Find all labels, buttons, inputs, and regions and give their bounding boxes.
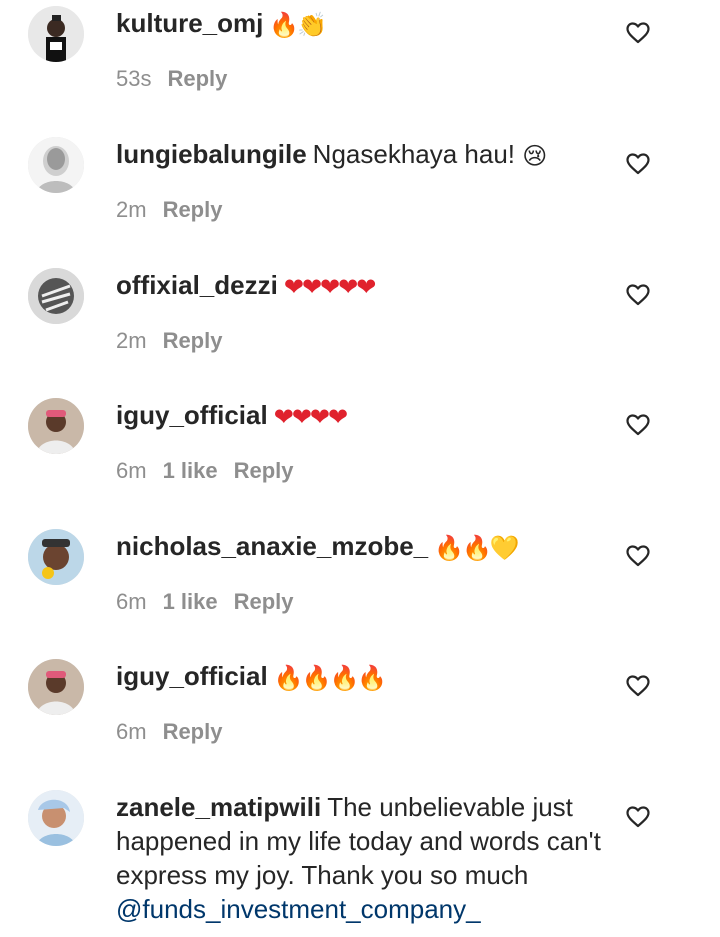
comment-emoji: 🔥🔥💛 (434, 535, 520, 562)
comment-body: lungiebalungile Ngasekhaya hau! 😢 (116, 137, 624, 174)
comment-emoji: 🔥👏 (269, 12, 327, 39)
comment-username[interactable]: nicholas_anaxie_mzobe_ (116, 531, 428, 561)
comment-body: offixial_dezzi ❤❤❤❤❤ (116, 268, 624, 305)
comment-text: offixial_dezzi ❤❤❤❤❤ (116, 268, 624, 305)
avatar[interactable] (28, 268, 84, 324)
comment-body: nicholas_anaxie_mzobe_ 🔥🔥💛 (116, 529, 624, 566)
heart-icon[interactable] (626, 675, 650, 697)
comment-text: lungiebalungile Ngasekhaya hau! 😢 (116, 137, 624, 174)
comment-meta: 2m Reply (116, 328, 238, 354)
reply-button[interactable]: Reply (167, 66, 227, 91)
comment-emoji: 🔥🔥🔥🔥 (273, 665, 388, 692)
comment-text: iguy_official 🔥🔥🔥🔥 (116, 659, 624, 696)
comment-body: iguy_official 🔥🔥🔥🔥 (116, 659, 624, 696)
avatar[interactable] (28, 790, 84, 846)
comment-emoji: 😢 (522, 143, 547, 170)
reply-button[interactable]: Reply (234, 458, 294, 483)
heart-icon[interactable] (626, 22, 650, 44)
avatar[interactable] (28, 529, 84, 585)
avatar[interactable] (28, 659, 84, 715)
comment-text: nicholas_anaxie_mzobe_ 🔥🔥💛 (116, 529, 624, 566)
comment-body: kulture_omj 🔥👏 (116, 6, 624, 43)
comment-username[interactable]: kulture_omj (116, 8, 263, 38)
comment-time: 6m (116, 589, 147, 614)
comment-emoji: ❤❤❤❤❤ (283, 274, 377, 301)
heart-icon[interactable] (626, 153, 650, 175)
likes-count[interactable]: 1 like (163, 458, 218, 483)
comment-username[interactable]: iguy_official (116, 400, 268, 430)
comment-time: 2m (116, 328, 147, 353)
reply-button[interactable]: Reply (163, 328, 223, 353)
comment-username[interactable]: zanele_matipwili (116, 792, 321, 822)
comment-text: kulture_omj 🔥👏 (116, 6, 624, 43)
heart-icon[interactable] (626, 414, 650, 436)
comment-username[interactable]: iguy_official (116, 661, 268, 691)
comment-meta: 6m 1 like Reply (116, 589, 310, 615)
comment-username[interactable]: offixial_dezzi (116, 270, 278, 300)
comment-body: zanele_matipwili The unbelievable just ha… (116, 790, 624, 926)
comment-emoji: ❤❤❤❤ (273, 404, 348, 431)
comment-text: iguy_official ❤❤❤❤ (116, 398, 624, 435)
comment-meta: 53s Reply (116, 66, 243, 92)
likes-count[interactable]: 1 like (163, 589, 218, 614)
comment-body: iguy_official ❤❤❤❤ (116, 398, 624, 435)
comment-meta: 2m Reply (116, 197, 238, 223)
comment-username[interactable]: lungiebalungile (116, 139, 307, 169)
comment-meta: 6m 1 like Reply (116, 458, 310, 484)
comment-time: 6m (116, 719, 147, 744)
comment-time: 53s (116, 66, 152, 91)
comment-time: 6m (116, 458, 147, 483)
comment-text: zanele_matipwili The unbelievable just ha… (116, 790, 624, 926)
avatar[interactable] (28, 137, 84, 193)
comment-time: 2m (116, 197, 147, 222)
avatar[interactable] (28, 398, 84, 454)
heart-icon[interactable] (626, 284, 650, 306)
heart-icon[interactable] (626, 545, 650, 567)
comment-meta: 6m Reply (116, 719, 238, 745)
avatar[interactable] (28, 6, 84, 62)
heart-icon[interactable] (626, 806, 650, 828)
mention-link[interactable]: @funds_investment_company_ (116, 894, 481, 924)
reply-button[interactable]: Reply (234, 589, 294, 614)
reply-button[interactable]: Reply (163, 719, 223, 744)
comment-message: Ngasekhaya hau! (312, 139, 516, 169)
reply-button[interactable]: Reply (163, 197, 223, 222)
